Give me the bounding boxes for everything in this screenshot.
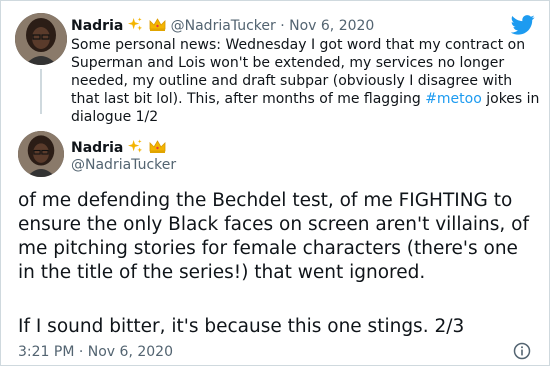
tweet-timestamp[interactable]: 3:21 PM · Nov 6, 2020 bbox=[18, 344, 173, 360]
avatar-tweet2[interactable] bbox=[18, 131, 64, 177]
sparkles-emoji bbox=[128, 17, 143, 36]
author-name[interactable]: Nadria bbox=[71, 140, 123, 156]
author-name[interactable]: Nadria bbox=[71, 18, 123, 34]
avatar-tweet1[interactable] bbox=[15, 13, 67, 65]
tweet1-text: Some personal news: Wednesday I got word… bbox=[71, 37, 540, 125]
crown-emoji bbox=[149, 17, 166, 36]
handle-date[interactable]: @NadriaTucker · Nov 6, 2020 bbox=[171, 18, 375, 34]
tweet2-author: Nadria bbox=[71, 137, 166, 158]
thread-connector-line bbox=[40, 69, 42, 114]
crown-emoji bbox=[149, 139, 166, 158]
author-handle[interactable]: @NadriaTucker bbox=[71, 157, 176, 173]
sparkles-emoji bbox=[128, 139, 143, 158]
tweet1-header: Nadria @NadriaTucker · Nov 6, 2020 bbox=[71, 15, 374, 36]
hashtag-link[interactable]: #metoo bbox=[425, 91, 482, 107]
tweet2-text-para1: of me defending the Bechdel test, of me … bbox=[18, 190, 530, 283]
info-icon[interactable] bbox=[513, 342, 531, 360]
twitter-bird-icon[interactable] bbox=[511, 15, 535, 35]
tweet-card: Nadria @NadriaTucker · Nov 6, 2020 Some … bbox=[0, 0, 550, 366]
tweet2-text-para2: If I sound bitter, it's because this one… bbox=[18, 316, 465, 337]
